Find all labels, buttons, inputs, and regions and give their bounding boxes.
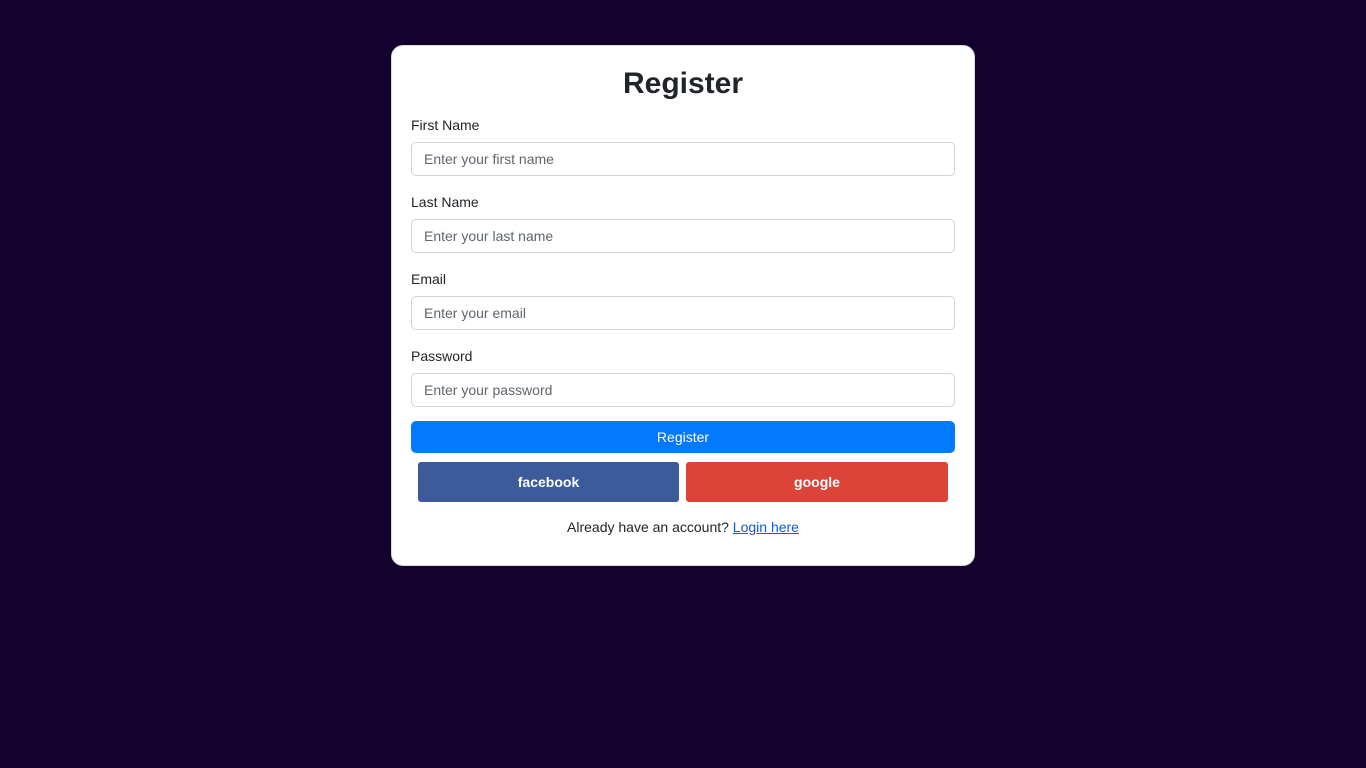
page-title: Register [622, 67, 744, 100]
first-name-label: First Name [411, 117, 480, 133]
first-name-group: First Name [411, 116, 955, 176]
login-prompt-text: Already have an account? [567, 519, 729, 535]
email-label: Email [411, 271, 447, 287]
password-label: Password [411, 348, 473, 364]
first-name-input[interactable] [411, 142, 955, 176]
facebook-button[interactable]: facebook [418, 462, 679, 502]
last-name-label: Last Name [411, 194, 479, 210]
social-login-row: facebook google [418, 462, 948, 502]
register-button[interactable]: Register [411, 421, 955, 453]
email-input[interactable] [411, 296, 955, 330]
login-prompt: Already have an account? Login here [411, 519, 955, 535]
register-card: Register First Name Last Name Email Pass… [391, 45, 975, 566]
email-group: Email [411, 270, 955, 330]
password-input[interactable] [411, 373, 955, 407]
google-button[interactable]: google [686, 462, 948, 502]
last-name-input[interactable] [411, 219, 955, 253]
login-link[interactable]: Login here [733, 519, 799, 535]
password-group: Password [411, 347, 955, 407]
last-name-group: Last Name [411, 193, 955, 253]
